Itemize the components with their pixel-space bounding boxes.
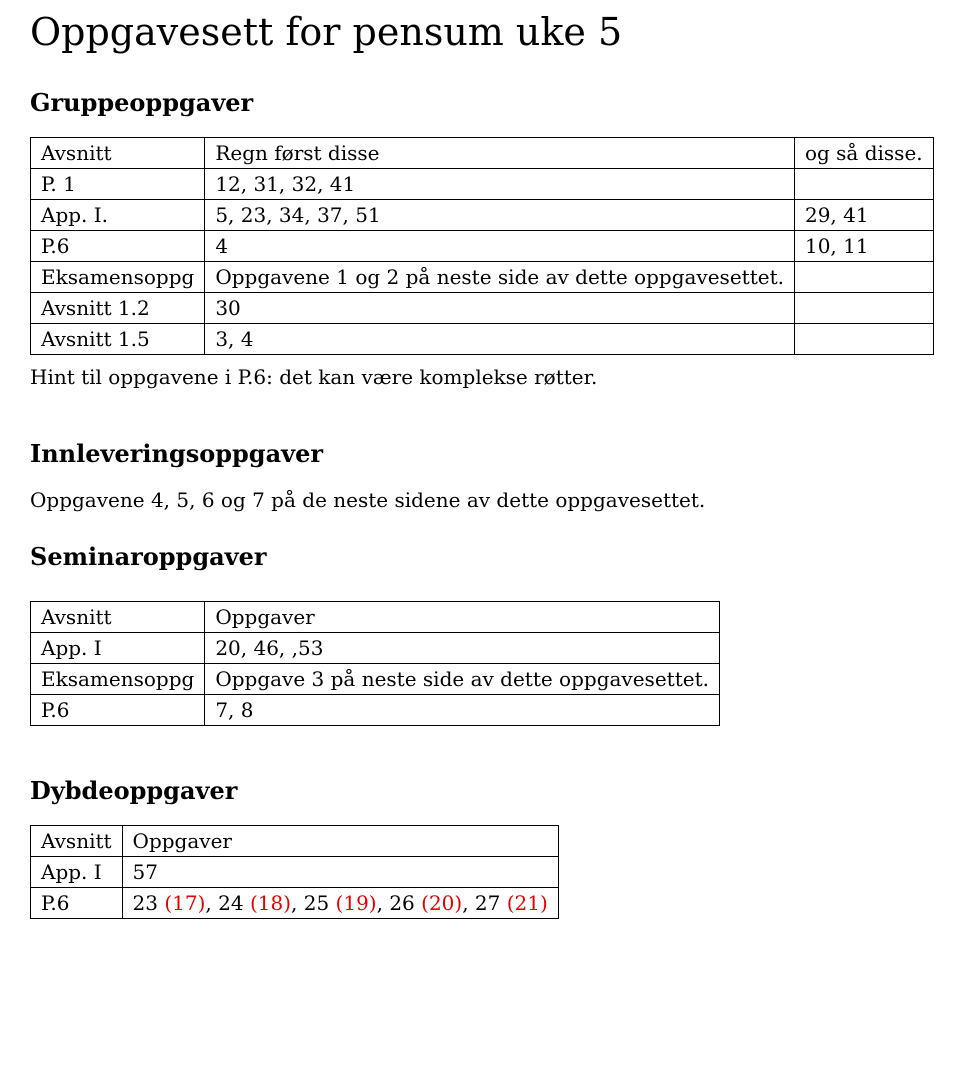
table-cell: Oppgavene 1 og 2 på neste side av dette … [205, 262, 795, 293]
table-gruppe: Avsnitt Regn først disse og så disse. P.… [30, 137, 934, 355]
table-row: P.6 4 10, 11 [31, 231, 934, 262]
hint-text: Hint til oppgavene i P.6: det kan være k… [30, 365, 930, 389]
table-cell: Avsnitt 1.2 [31, 293, 205, 324]
table-row: Eksamensoppg Oppgave 3 på neste side av … [31, 664, 720, 695]
table-row: App. I. 5, 23, 34, 37, 51 29, 41 [31, 200, 934, 231]
table-cell: 30 [205, 293, 795, 324]
table-row: Eksamensoppg Oppgavene 1 og 2 på neste s… [31, 262, 934, 293]
table-dybde: Avsnitt Oppgaver App. I 57 P.6 23 (17), … [30, 825, 559, 919]
table-header-cell: Regn først disse [205, 138, 795, 169]
table-cell: Oppgave 3 på neste side av dette oppgave… [205, 664, 720, 695]
table-row: App. I 20, 46, ,53 [31, 633, 720, 664]
table-seminar: Avsnitt Oppgaver App. I 20, 46, ,53 Eksa… [30, 601, 720, 726]
table-cell [794, 293, 933, 324]
table-header-cell: Avsnitt [31, 826, 123, 857]
table-cell: 4 [205, 231, 795, 262]
text-span: , 25 [291, 891, 336, 915]
table-cell: 57 [122, 857, 558, 888]
table-cell: 20, 46, ,53 [205, 633, 720, 664]
table-header-cell: Oppgaver [205, 602, 720, 633]
table-header-cell: Avsnitt [31, 602, 205, 633]
table-cell: Avsnitt 1.5 [31, 324, 205, 355]
table-row: P.6 23 (17), 24 (18), 25 (19), 26 (20), … [31, 888, 559, 919]
table-row: P. 1 12, 31, 32, 41 [31, 169, 934, 200]
table-row: App. I 57 [31, 857, 559, 888]
section-heading-gruppe: Gruppeoppgaver [30, 88, 930, 117]
text-span: , 26 [377, 891, 422, 915]
table-cell: 23 (17), 24 (18), 25 (19), 26 (20), 27 (… [122, 888, 558, 919]
table-cell: App. I. [31, 200, 205, 231]
innlevering-text: Oppgavene 4, 5, 6 og 7 på de neste siden… [30, 488, 930, 512]
table-cell: P.6 [31, 695, 205, 726]
text-span: 23 [133, 891, 165, 915]
table-cell: Eksamensoppg [31, 262, 205, 293]
table-cell [794, 324, 933, 355]
table-cell: P.6 [31, 888, 123, 919]
table-cell: 29, 41 [794, 200, 933, 231]
text-span: , 27 [462, 891, 507, 915]
table-header-cell: Oppgaver [122, 826, 558, 857]
table-row: Avsnitt Oppgaver [31, 826, 559, 857]
red-text: (20) [421, 891, 462, 915]
table-cell [794, 262, 933, 293]
table-row: Avsnitt Regn først disse og så disse. [31, 138, 934, 169]
table-cell: 5, 23, 34, 37, 51 [205, 200, 795, 231]
section-heading-innlevering: Innleveringsoppgaver [30, 439, 930, 468]
document-page: Oppgavesett for pensum uke 5 Gruppeoppga… [0, 0, 960, 949]
text-span: , 24 [205, 891, 250, 915]
table-row: Avsnitt 1.5 3, 4 [31, 324, 934, 355]
table-row: Avsnitt 1.2 30 [31, 293, 934, 324]
table-cell: P.6 [31, 231, 205, 262]
table-cell [794, 169, 933, 200]
table-header-cell: og så disse. [794, 138, 933, 169]
red-text: (17) [164, 891, 205, 915]
table-header-cell: Avsnitt [31, 138, 205, 169]
section-heading-seminar: Seminaroppgaver [30, 542, 930, 571]
table-cell: 12, 31, 32, 41 [205, 169, 795, 200]
table-row: Avsnitt Oppgaver [31, 602, 720, 633]
table-cell: App. I [31, 633, 205, 664]
table-cell: P. 1 [31, 169, 205, 200]
red-text: (18) [250, 891, 291, 915]
table-cell: 7, 8 [205, 695, 720, 726]
section-heading-dybde: Dybdeoppgaver [30, 776, 930, 805]
red-text: (19) [336, 891, 377, 915]
table-row: P.6 7, 8 [31, 695, 720, 726]
page-title: Oppgavesett for pensum uke 5 [30, 10, 930, 54]
table-cell: 10, 11 [794, 231, 933, 262]
red-text: (21) [507, 891, 548, 915]
table-cell: Eksamensoppg [31, 664, 205, 695]
table-cell: 3, 4 [205, 324, 795, 355]
table-cell: App. I [31, 857, 123, 888]
